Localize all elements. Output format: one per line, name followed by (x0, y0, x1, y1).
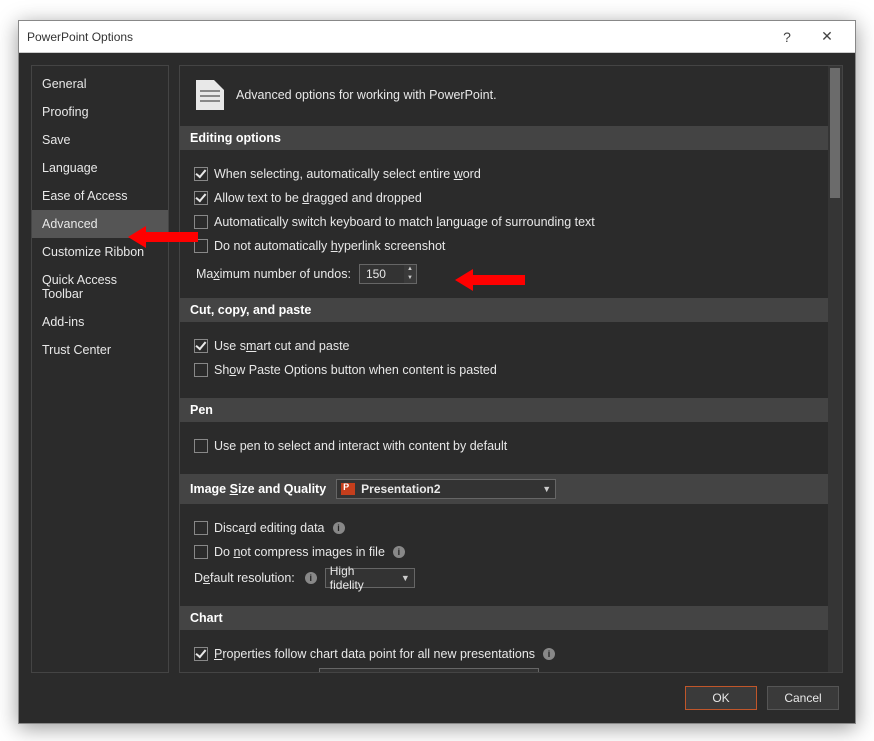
section-pen: Use pen to select and interact with cont… (180, 422, 828, 470)
chevron-down-icon: ▼ (534, 484, 551, 494)
document-settings-icon (196, 80, 224, 110)
section-image-title: Image Size and Quality (190, 482, 326, 496)
sidebar-item-advanced[interactable]: Advanced (32, 210, 168, 238)
spinner-up-icon[interactable]: ▲ (404, 265, 416, 274)
info-icon[interactable]: i (543, 648, 555, 660)
section-image-header: Image Size and Quality Presentation2 ▼ (180, 474, 828, 504)
label-no-auto-hyperlink-screenshot: Do not automatically hyperlink screensho… (214, 239, 445, 253)
sidebar-item-proofing[interactable]: Proofing (32, 98, 168, 126)
scrollbar-thumb[interactable] (830, 68, 840, 198)
page-header: Advanced options for working with PowerP… (180, 66, 828, 122)
section-editing-header: Editing options (180, 126, 828, 150)
checkbox-no-auto-hyperlink-screenshot[interactable] (194, 239, 208, 253)
sidebar-item-trust-center[interactable]: Trust Center (32, 336, 168, 364)
checkbox-discard-editing-data[interactable] (194, 521, 208, 535)
dialog-body: General Proofing Save Language Ease of A… (19, 53, 855, 673)
label-pen-select: Use pen to select and interact with cont… (214, 439, 507, 453)
category-sidebar: General Proofing Save Language Ease of A… (31, 65, 169, 673)
sidebar-item-language[interactable]: Language (32, 154, 168, 182)
info-icon[interactable]: i (305, 572, 317, 584)
section-image: Discard editing data i Do not compress i… (180, 504, 828, 602)
checkbox-drag-drop-text[interactable] (194, 191, 208, 205)
cancel-button[interactable]: Cancel (767, 686, 839, 710)
checkbox-show-paste-options[interactable] (194, 363, 208, 377)
select-current-presentation[interactable]: Presentation2 ▼ (319, 668, 539, 672)
sidebar-item-general[interactable]: General (32, 70, 168, 98)
label-default-resolution: Default resolution: (194, 571, 295, 585)
spinner-down-icon[interactable]: ▼ (404, 274, 416, 283)
label-select-entire-word: When selecting, automatically select ent… (214, 167, 481, 181)
content-wrap: Advanced options for working with PowerP… (179, 65, 843, 673)
label-max-undos: Maximum number of undos: (196, 267, 351, 281)
label-chart-props-all: Properties follow chart data point for a… (214, 647, 535, 661)
checkbox-no-compress-images[interactable] (194, 545, 208, 559)
page-subtitle: Advanced options for working with PowerP… (236, 88, 497, 102)
help-button[interactable]: ? (767, 29, 807, 45)
label-show-paste-options: Show Paste Options button when content i… (214, 363, 497, 377)
section-ccp: Use smart cut and paste Show Paste Optio… (180, 322, 828, 394)
ok-button[interactable]: OK (685, 686, 757, 710)
input-max-undos[interactable] (360, 265, 404, 283)
dialog-footer: OK Cancel (19, 673, 855, 723)
checkbox-smart-cut-paste[interactable] (194, 339, 208, 353)
checkbox-auto-keyboard-lang[interactable] (194, 215, 208, 229)
chevron-down-icon: ▼ (393, 573, 410, 583)
label-smart-cut-paste: Use smart cut and paste (214, 339, 350, 353)
sidebar-item-quick-access-toolbar[interactable]: Quick Access Toolbar (32, 266, 168, 308)
select-image-target[interactable]: Presentation2 ▼ (336, 479, 556, 499)
sidebar-item-add-ins[interactable]: Add-ins (32, 308, 168, 336)
options-content: Advanced options for working with PowerP… (179, 65, 843, 673)
label-auto-keyboard-lang: Automatically switch keyboard to match l… (214, 215, 595, 229)
close-button[interactable]: ✕ (807, 28, 847, 45)
checkbox-select-entire-word[interactable] (194, 167, 208, 181)
titlebar: PowerPoint Options ? ✕ (19, 21, 855, 53)
info-icon[interactable]: i (333, 522, 345, 534)
section-pen-header: Pen (180, 398, 828, 422)
sidebar-item-save[interactable]: Save (32, 126, 168, 154)
label-no-compress-images: Do not compress images in file (214, 545, 385, 559)
section-ccp-header: Cut, copy, and paste (180, 298, 828, 322)
info-icon[interactable]: i (393, 546, 405, 558)
sidebar-item-customize-ribbon[interactable]: Customize Ribbon (32, 238, 168, 266)
checkbox-chart-props-all[interactable] (194, 647, 208, 661)
select-default-resolution[interactable]: High fidelity ▼ (325, 568, 415, 588)
checkbox-pen-select[interactable] (194, 439, 208, 453)
powerpoint-file-icon (341, 483, 355, 495)
section-chart: Properties follow chart data point for a… (180, 630, 828, 672)
spinner-max-undos[interactable]: ▲ ▼ (359, 264, 417, 284)
section-chart-header: Chart (180, 606, 828, 630)
sidebar-item-ease-of-access[interactable]: Ease of Access (32, 182, 168, 210)
window-title: PowerPoint Options (27, 30, 767, 44)
vertical-scrollbar[interactable] (828, 66, 842, 672)
label-discard-editing-data: Discard editing data (214, 521, 325, 535)
label-current-presentation: Current presentation: (194, 671, 311, 672)
options-dialog: PowerPoint Options ? ✕ General Proofing … (18, 20, 856, 724)
label-drag-drop-text: Allow text to be dragged and dropped (214, 191, 422, 205)
section-editing: When selecting, automatically select ent… (180, 150, 828, 294)
